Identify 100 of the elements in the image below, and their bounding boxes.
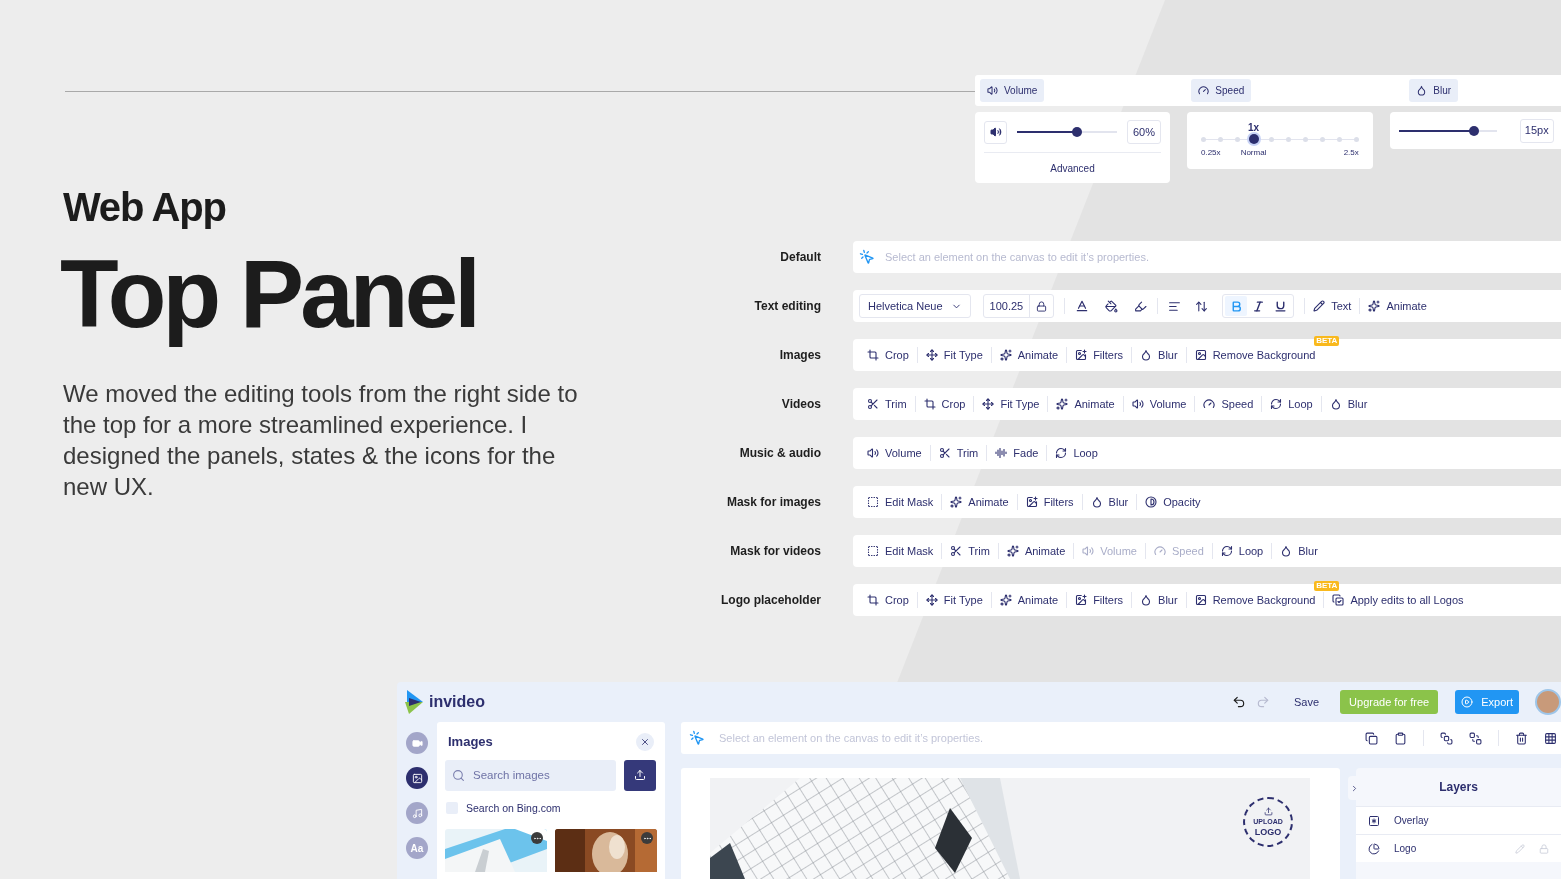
send-backward-icon[interactable]	[1469, 731, 1482, 745]
speaker-icon	[989, 126, 1002, 138]
font-dropdown[interactable]: Helvetica Neue	[859, 294, 971, 318]
tool-button[interactable]: Filters	[1067, 344, 1132, 366]
tool-button[interactable]: Fade	[987, 442, 1047, 464]
tool-button[interactable]: Filters	[1067, 589, 1132, 611]
save-button[interactable]: Save	[1294, 693, 1320, 711]
row-label: Mask for images	[725, 494, 821, 511]
tool-button[interactable]: Loop	[1262, 393, 1321, 415]
tool-button[interactable]: Text	[1305, 295, 1360, 317]
align-left-icon[interactable]	[1168, 299, 1182, 313]
tool-button[interactable]: Animate	[991, 344, 1067, 366]
normal-label: Normal	[1240, 147, 1267, 159]
lock-icon	[1036, 300, 1048, 312]
layer-row[interactable]: Overlay	[1356, 806, 1561, 834]
tool-button[interactable]: Animate	[1048, 393, 1123, 415]
tool-button[interactable]: Speed	[1195, 393, 1262, 415]
description: We moved the editing tools from the right side to the top for a more streamlined experience. I designed the panels, states & the icons for the new UX.	[63, 379, 579, 502]
droplet-icon	[1416, 85, 1428, 96]
slider[interactable]	[1398, 125, 1497, 136]
speed-slider[interactable]	[1201, 134, 1359, 144]
slider-thumb[interactable]	[1248, 134, 1259, 144]
sparkles-icon	[1368, 300, 1381, 312]
panel-title: Images	[448, 733, 493, 751]
logo-icon	[405, 690, 425, 714]
tool-button[interactable]: Filters	[1017, 491, 1082, 513]
slider-thumb[interactable]	[1469, 125, 1480, 136]
tool-button[interactable]: Trim	[930, 442, 987, 464]
crop-icon	[867, 349, 879, 361]
row-label: Music & audio	[738, 445, 821, 462]
tool-button[interactable]: Blur	[1082, 491, 1137, 513]
crop-icon	[867, 594, 879, 606]
rail-button[interactable]	[406, 767, 428, 789]
tool-button[interactable]: Remove Background	[1186, 344, 1324, 366]
tool-button[interactable]: Remove Background	[1186, 589, 1324, 611]
tool-button[interactable]: Loop	[1212, 540, 1272, 562]
video-camera-icon	[411, 737, 423, 749]
image-icon	[1194, 594, 1207, 606]
tool-button[interactable]: Animate	[998, 540, 1074, 562]
tool-button[interactable]: Apply edits to all Logos	[1324, 589, 1472, 611]
text-color-icon[interactable]	[1075, 299, 1090, 313]
tool-button[interactable]: Blur	[1272, 540, 1326, 562]
tool-button[interactable]: Trim	[942, 540, 998, 562]
tool-button[interactable]: Animate	[1360, 295, 1435, 317]
tool-button[interactable]: Trim	[859, 393, 915, 415]
tool-button[interactable]: Fit Type	[917, 589, 991, 611]
tool-button[interactable]: Loop	[1047, 442, 1106, 464]
droplet-icon	[1140, 594, 1153, 606]
tool-button[interactable]: Crop	[915, 393, 974, 415]
search-field[interactable]: Search images	[445, 759, 616, 791]
speaker-icon	[1082, 545, 1095, 557]
tool-button[interactable]: Volume	[1123, 393, 1195, 415]
copy-icon[interactable]	[1365, 731, 1378, 745]
tool-button[interactable]: Blur	[1321, 393, 1376, 415]
tool-button[interactable]: Crop	[859, 344, 917, 366]
paint-bucket-icon[interactable]	[1105, 299, 1119, 313]
control-tab[interactable]: Volume	[980, 79, 1045, 102]
tool-button[interactable]: Edit Mask	[859, 540, 942, 562]
close-button[interactable]	[636, 732, 654, 751]
image-plus-icon	[1075, 349, 1088, 361]
cursor-click-icon	[689, 730, 705, 746]
tool-button[interactable]: Crop	[859, 589, 917, 611]
control-tab[interactable]: Speed	[1191, 79, 1252, 102]
beta-badge: BETA	[1314, 581, 1340, 591]
bring-forward-icon[interactable]	[1440, 731, 1453, 745]
dashed-square-icon	[867, 496, 879, 508]
tool-button[interactable]: Blur	[1132, 344, 1186, 366]
trash-icon[interactable]	[1515, 731, 1528, 745]
clipboard-icon[interactable]	[1394, 731, 1407, 745]
droplet-icon	[1140, 349, 1153, 361]
sparkles-icon	[950, 496, 963, 508]
highlighter-icon[interactable]	[1134, 299, 1148, 313]
upload-button[interactable]	[624, 759, 656, 791]
tool-button[interactable]: Fit Type	[917, 344, 991, 366]
gauge-icon	[1203, 398, 1216, 410]
beta-badge: BETA	[1314, 336, 1340, 346]
tool-button[interactable]: Animate	[942, 491, 1017, 513]
undo-icon[interactable]	[1232, 695, 1246, 709]
copy-check-icon	[1332, 594, 1345, 606]
scissors-icon	[867, 398, 879, 410]
advanced-link[interactable]: Advanced	[1050, 161, 1095, 176]
slider[interactable]	[1017, 127, 1117, 137]
tool-button[interactable]: Edit Mask	[859, 491, 942, 513]
tool-button[interactable]: Fit Type	[974, 393, 1048, 415]
line-spacing-icon[interactable]	[1195, 299, 1209, 313]
size-field[interactable]: 100.25	[982, 294, 1055, 318]
brand-name: invideo	[429, 692, 485, 712]
mute-button[interactable]	[984, 120, 1007, 144]
dashed-square-icon	[867, 545, 879, 557]
tool-button[interactable]: Opacity	[1137, 491, 1209, 513]
slider-thumb[interactable]	[1072, 127, 1082, 137]
grid-icon[interactable]	[1544, 731, 1557, 745]
control-tab[interactable]: Blur	[1409, 79, 1459, 102]
image-icon	[1194, 349, 1207, 361]
scissors-icon	[950, 545, 963, 557]
tool-button[interactable]: Volume	[859, 442, 930, 464]
sparkles-icon	[1056, 398, 1069, 410]
tool-button[interactable]: Animate	[991, 589, 1067, 611]
tool-button[interactable]: Blur	[1132, 589, 1186, 611]
speaker-icon	[987, 85, 998, 96]
